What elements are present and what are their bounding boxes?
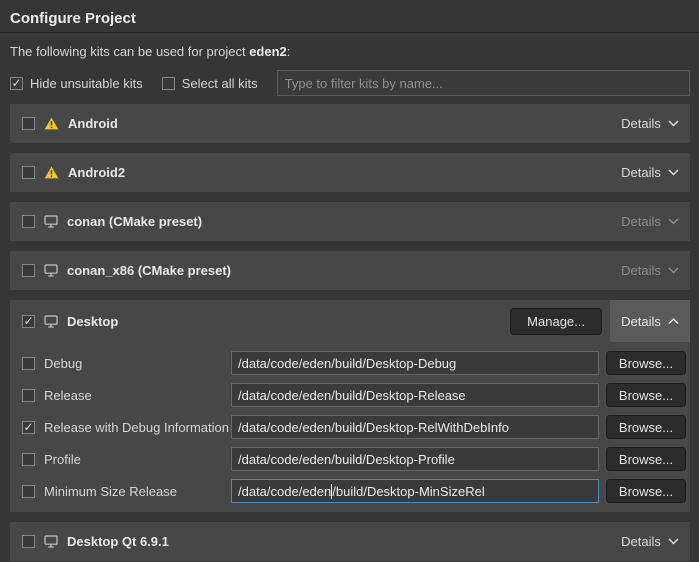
build-config-row-debug: Debug /data/code/eden/build/Desktop-Debu…	[22, 351, 686, 375]
browse-button[interactable]: Browse...	[606, 415, 686, 439]
browse-button[interactable]: Browse...	[606, 447, 686, 471]
select-all-kits-checkbox[interactable]	[162, 77, 175, 90]
build-config-row-relwithdebinfo: Release with Debug Information /data/cod…	[22, 415, 686, 439]
build-config-label: Release	[44, 388, 231, 403]
kit-row-desktop[interactable]: Desktop Manage... Details	[10, 300, 690, 342]
build-config-label: Minimum Size Release	[44, 484, 231, 499]
kit-checkbox[interactable]	[22, 166, 35, 179]
page-header: Configure Project	[0, 0, 699, 33]
chevron-down-icon	[668, 218, 679, 225]
kit-row-android[interactable]: Android Details	[10, 104, 690, 143]
build-config-checkbox[interactable]	[22, 485, 35, 498]
kit-checkbox[interactable]	[22, 215, 35, 228]
kit-toolbar: Hide unsuitable kits Select all kits	[10, 70, 690, 96]
intro-text-after: :	[287, 44, 291, 59]
browse-button[interactable]: Browse...	[606, 383, 686, 407]
chevron-down-icon	[668, 267, 679, 274]
select-all-kits-label: Select all kits	[182, 76, 258, 91]
chevron-down-icon	[668, 169, 679, 176]
details-label: Details	[621, 263, 661, 278]
build-config-label: Release with Debug Information	[44, 420, 231, 435]
kit-name: Desktop	[67, 314, 118, 329]
build-dir-path: /data/code/eden/build/Desktop-Debug	[238, 356, 456, 371]
kit-row-conan-x86[interactable]: conan_x86 (CMake preset) Details	[10, 251, 690, 290]
kit-checkbox[interactable]	[22, 117, 35, 130]
kit-name: conan (CMake preset)	[67, 214, 202, 229]
hide-unsuitable-kits-option[interactable]: Hide unsuitable kits	[10, 76, 143, 91]
hide-unsuitable-kits-checkbox[interactable]	[10, 77, 23, 90]
kit-row-android2[interactable]: Android2 Details	[10, 153, 690, 192]
desktop-icon	[44, 215, 58, 228]
build-dir-input[interactable]: /data/code/eden/build/Desktop-Profile	[231, 447, 599, 471]
chevron-down-icon	[668, 538, 679, 545]
build-config-checkbox[interactable]	[22, 357, 35, 370]
kit-name: Desktop Qt 6.9.1	[67, 534, 169, 549]
project-name: eden2	[249, 44, 287, 59]
kit-name: Android	[68, 116, 118, 131]
build-dir-input[interactable]: /data/code/eden/build/Desktop-Debug	[231, 351, 599, 375]
manage-button[interactable]: Manage...	[510, 308, 602, 335]
build-dir-path: /data/code/eden/build/Desktop-Profile	[238, 452, 455, 467]
hide-unsuitable-kits-label: Hide unsuitable kits	[30, 76, 143, 91]
kit-row-desktop-qt-691[interactable]: Desktop Qt 6.9.1 Details	[10, 522, 690, 561]
warning-icon	[44, 166, 59, 179]
intro-text-before: The following kits can be used for proje…	[10, 44, 249, 59]
details-toggle[interactable]: Details	[610, 153, 690, 192]
kit-group-desktop: Desktop Manage... Details Debug /data/co…	[10, 300, 690, 512]
browse-button[interactable]: Browse...	[606, 351, 686, 375]
details-toggle[interactable]: Details	[610, 104, 690, 143]
build-dir-path: /data/code/eden	[238, 484, 331, 499]
intro-text: The following kits can be used for proje…	[10, 44, 689, 60]
select-all-kits-option[interactable]: Select all kits	[162, 76, 258, 91]
page-title: Configure Project	[10, 9, 689, 28]
build-dir-input[interactable]: /data/code/eden/build/Desktop-RelWithDeb…	[231, 415, 599, 439]
build-config-label: Debug	[44, 356, 231, 371]
kit-checkbox[interactable]	[22, 264, 35, 277]
kit-name: Android2	[68, 165, 125, 180]
desktop-icon	[44, 535, 58, 548]
details-label: Details	[621, 165, 661, 180]
build-config-checkbox[interactable]	[22, 421, 35, 434]
kit-row-conan[interactable]: conan (CMake preset) Details	[10, 202, 690, 241]
build-config-row-profile: Profile /data/code/eden/build/Desktop-Pr…	[22, 447, 686, 471]
build-config-checkbox[interactable]	[22, 389, 35, 402]
desktop-icon	[44, 315, 58, 328]
details-toggle[interactable]: Details	[610, 202, 690, 241]
build-config-list: Debug /data/code/eden/build/Desktop-Debu…	[10, 342, 690, 512]
desktop-icon	[44, 264, 58, 277]
details-toggle[interactable]: Details	[610, 300, 690, 342]
build-config-label: Profile	[44, 452, 231, 467]
kit-checkbox[interactable]	[22, 535, 35, 548]
build-dir-input-focused[interactable]: /data/code/eden/build/Desktop-MinSizeRel	[231, 479, 599, 503]
build-config-row-release: Release /data/code/eden/build/Desktop-Re…	[22, 383, 686, 407]
build-dir-path: /data/code/eden/build/Desktop-Release	[238, 388, 466, 403]
details-toggle[interactable]: Details	[610, 251, 690, 290]
details-toggle[interactable]: Details	[610, 522, 690, 561]
details-label: Details	[621, 314, 661, 329]
chevron-up-icon	[668, 318, 679, 325]
kit-list: Android Details Android2 Details conan (…	[0, 104, 699, 561]
browse-button[interactable]: Browse...	[606, 479, 686, 503]
build-dir-path: /data/code/eden/build/Desktop-RelWithDeb…	[238, 420, 509, 435]
build-config-row-minsizerel: Minimum Size Release /data/code/eden/bui…	[22, 479, 686, 503]
chevron-down-icon	[668, 120, 679, 127]
kit-checkbox[interactable]	[22, 315, 35, 328]
details-label: Details	[621, 116, 661, 131]
details-label: Details	[621, 534, 661, 549]
build-dir-input[interactable]: /data/code/eden/build/Desktop-Release	[231, 383, 599, 407]
warning-icon	[44, 117, 59, 130]
build-config-checkbox[interactable]	[22, 453, 35, 466]
kit-name: conan_x86 (CMake preset)	[67, 263, 231, 278]
details-label: Details	[621, 214, 661, 229]
kit-filter-input[interactable]	[277, 70, 690, 96]
build-dir-path: /build/Desktop-MinSizeRel	[332, 484, 484, 499]
